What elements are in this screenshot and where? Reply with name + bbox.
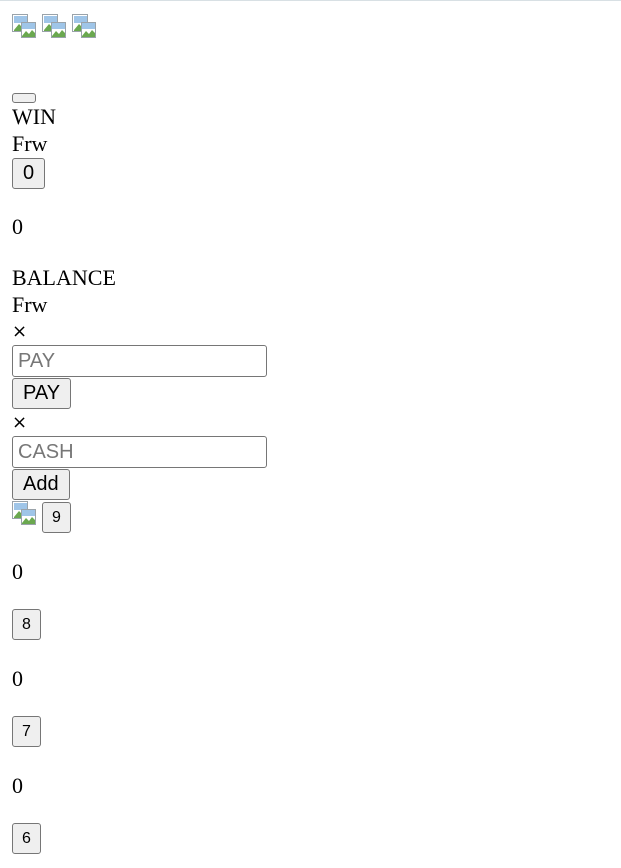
pay-close-icon[interactable]: × [12, 323, 27, 341]
broken-image-icon [12, 14, 36, 38]
win-amount: 0 [12, 214, 23, 239]
win-currency: Frw [12, 131, 48, 156]
balance-currency: Frw [12, 292, 48, 317]
number-button-9[interactable]: 9 [42, 502, 71, 533]
number-button-8[interactable]: 8 [12, 609, 41, 640]
add-button[interactable]: Add [12, 469, 70, 500]
broken-image-icon [72, 14, 96, 38]
cash-input[interactable] [12, 436, 267, 468]
win-value-button[interactable]: 0 [12, 158, 46, 189]
number-button-6[interactable]: 6 [12, 823, 41, 854]
number-8-value: 0 [12, 666, 23, 691]
number-9-value: 0 [12, 559, 23, 584]
top-border [0, 0, 621, 1]
broken-image-icon [42, 14, 66, 38]
broken-image-icon [12, 501, 36, 525]
empty-toggle-button[interactable] [12, 93, 36, 103]
cash-close-icon[interactable]: × [12, 414, 27, 432]
balance-label: BALANCE [12, 265, 116, 290]
number-button-7[interactable]: 7 [12, 716, 41, 747]
pay-button[interactable]: PAY [12, 378, 72, 409]
number-7-value: 0 [12, 773, 23, 798]
pay-input[interactable] [12, 345, 267, 377]
top-image-row [12, 14, 96, 40]
win-label: WIN [12, 104, 56, 129]
